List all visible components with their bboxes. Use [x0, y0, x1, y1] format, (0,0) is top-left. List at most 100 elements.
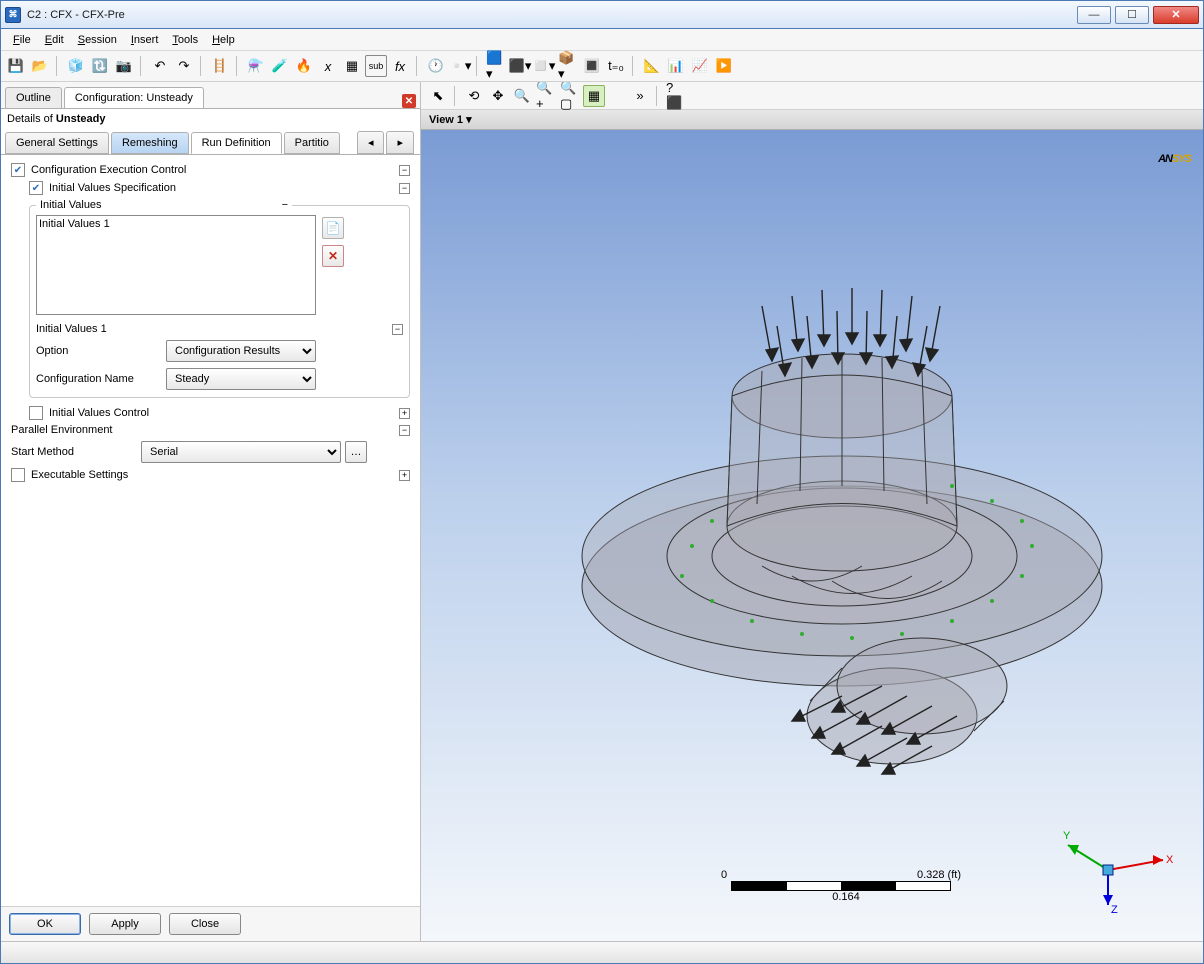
- config-name-select[interactable]: Steady: [166, 368, 316, 390]
- parenv-label: Parallel Environment: [11, 424, 113, 436]
- viewport-panel: ⬉ ⟲ ✥ 🔍 🔍+ 🔍▢ ▦ » ?⬛ View 1 ▾ ANSYS: [421, 82, 1203, 941]
- mesh-import-icon[interactable]: 🧊: [65, 55, 87, 77]
- start-method-select[interactable]: Serial: [141, 441, 341, 463]
- menu-edit[interactable]: Edit: [39, 32, 70, 48]
- geometry-model: [532, 246, 1152, 806]
- interface-icon[interactable]: 🔳: [581, 55, 603, 77]
- clock-icon[interactable]: 🕐: [425, 55, 447, 77]
- scale-bar: 0 0.328 (ft) 0.164: [731, 869, 961, 903]
- open-icon[interactable]: 📂: [29, 55, 51, 77]
- run-icon[interactable]: ▶️: [713, 55, 735, 77]
- ivc-expand-icon[interactable]: +: [399, 408, 410, 419]
- exec-checkbox[interactable]: ✔: [11, 468, 25, 482]
- svg-text:Y: Y: [1063, 830, 1071, 842]
- mesh-reload-icon[interactable]: 🔃: [89, 55, 111, 77]
- tab-scroll-right[interactable]: ▸: [386, 131, 414, 154]
- redo-icon[interactable]: ↷: [173, 55, 195, 77]
- rotate-icon[interactable]: ⟲: [463, 85, 485, 107]
- highlight-icon[interactable]: ▦: [583, 85, 605, 107]
- status-bar: [1, 941, 1203, 963]
- sub-icon[interactable]: sub: [365, 55, 387, 77]
- details-header: Details of Unsteady: [1, 108, 420, 129]
- delete-item-icon[interactable]: ✕: [322, 245, 344, 267]
- apply-button[interactable]: Apply: [89, 913, 161, 935]
- title-bar: ⌘ C2 : CFX - CFX-Pre — ☐ ✕: [1, 1, 1203, 29]
- minimize-button[interactable]: —: [1077, 6, 1111, 24]
- menu-session[interactable]: Session: [72, 32, 123, 48]
- tab-run-definition[interactable]: Run Definition: [191, 132, 282, 154]
- tab-outline[interactable]: Outline: [5, 87, 62, 108]
- iv1-header: Initial Values 1: [36, 323, 107, 335]
- ivc-label: Initial Values Control: [49, 407, 149, 419]
- t0-icon[interactable]: t₌₀: [605, 55, 627, 77]
- window-title: C2 : CFX - CFX-Pre: [27, 9, 1077, 21]
- save-icon[interactable]: 💾: [5, 55, 27, 77]
- start-method-browse-button[interactable]: …: [345, 441, 367, 463]
- ivc-checkbox[interactable]: ✔: [29, 406, 43, 420]
- close-button[interactable]: Close: [169, 913, 241, 935]
- zoom-icon[interactable]: 🔍: [511, 85, 533, 107]
- undo-icon[interactable]: ↶: [149, 55, 171, 77]
- pick-icon[interactable]: ⬉: [427, 85, 449, 107]
- menu-file[interactable]: File: [7, 32, 37, 48]
- 3d-viewport[interactable]: ANSYS: [421, 130, 1203, 941]
- tab-scroll-left[interactable]: ◂: [357, 131, 385, 154]
- pan-icon[interactable]: ✥: [487, 85, 509, 107]
- left-panel: Outline Configuration: Unsteady ✕ Detail…: [1, 82, 421, 941]
- zoom-fit-icon[interactable]: 🔍▢: [559, 85, 581, 107]
- tab-general-settings[interactable]: General Settings: [5, 132, 109, 154]
- expression-icon[interactable]: x: [317, 55, 339, 77]
- solver-icon[interactable]: 📐: [641, 55, 663, 77]
- help-icon[interactable]: ?⬛: [665, 85, 687, 107]
- cfg-exec-collapse-icon[interactable]: −: [399, 165, 410, 176]
- app-icon: ⌘: [5, 7, 21, 23]
- flame-icon[interactable]: 🔥: [293, 55, 315, 77]
- maximize-button[interactable]: ☐: [1115, 6, 1149, 24]
- initial-values-legend: Initial Values: [40, 199, 102, 211]
- list-item[interactable]: Initial Values 1: [39, 218, 313, 230]
- cfg-exec-checkbox[interactable]: ✔: [11, 163, 25, 177]
- ivs-label: Initial Values Specification: [49, 182, 176, 194]
- tab-configuration[interactable]: Configuration: Unsteady: [64, 87, 204, 108]
- new-item-icon[interactable]: 📄: [322, 217, 344, 239]
- view-header[interactable]: View 1 ▾: [421, 110, 1203, 130]
- tab-remeshing[interactable]: Remeshing: [111, 132, 189, 154]
- output-icon[interactable]: 📊: [665, 55, 687, 77]
- menu-insert[interactable]: Insert: [125, 32, 165, 48]
- option-label: Option: [36, 345, 166, 357]
- menu-tools[interactable]: Tools: [166, 32, 204, 48]
- exec-label: Executable Settings: [31, 469, 128, 481]
- iv1-collapse-icon[interactable]: −: [392, 324, 403, 335]
- axis-triad: X Y Z: [1063, 825, 1173, 915]
- boundary-icon[interactable]: ⬛▾: [509, 55, 531, 77]
- fx-icon[interactable]: fx: [389, 55, 411, 77]
- option-select[interactable]: Configuration Results: [166, 340, 316, 362]
- subdomain-icon[interactable]: ◻️▾: [533, 55, 555, 77]
- form-panel: ✔ Configuration Execution Control − ✔ In…: [1, 155, 420, 906]
- zoom-in-icon[interactable]: 🔍+: [535, 85, 557, 107]
- domain-icon[interactable]: 🟦▾: [485, 55, 507, 77]
- ivs-collapse-icon[interactable]: −: [399, 183, 410, 194]
- source-icon[interactable]: 📦▾: [557, 55, 579, 77]
- box1-icon[interactable]: ▫️▾: [449, 55, 471, 77]
- ok-button[interactable]: OK: [9, 913, 81, 935]
- window-close-button[interactable]: ✕: [1153, 6, 1199, 24]
- tab-close-icon[interactable]: ✕: [402, 94, 416, 108]
- table-icon[interactable]: ▦: [341, 55, 363, 77]
- start-method-label: Start Method: [11, 446, 141, 458]
- monitor-icon[interactable]: 📈: [689, 55, 711, 77]
- parenv-collapse-icon[interactable]: −: [399, 425, 410, 436]
- iv-collapse-icon[interactable]: −: [282, 199, 288, 211]
- camera-icon[interactable]: 📷: [113, 55, 135, 77]
- tab-partitioner[interactable]: Partitio: [284, 132, 340, 154]
- svg-text:X: X: [1166, 854, 1173, 866]
- more-icon[interactable]: »: [629, 85, 651, 107]
- initial-values-listbox[interactable]: Initial Values 1: [36, 215, 316, 315]
- menu-help[interactable]: Help: [206, 32, 241, 48]
- stairs-icon[interactable]: 🪜: [209, 55, 231, 77]
- exec-expand-icon[interactable]: +: [399, 470, 410, 481]
- flask2-icon[interactable]: 🧪: [269, 55, 291, 77]
- ivs-checkbox[interactable]: ✔: [29, 181, 43, 195]
- flask-icon[interactable]: ⚗️: [245, 55, 267, 77]
- ansys-logo: ANSYS: [1158, 138, 1191, 169]
